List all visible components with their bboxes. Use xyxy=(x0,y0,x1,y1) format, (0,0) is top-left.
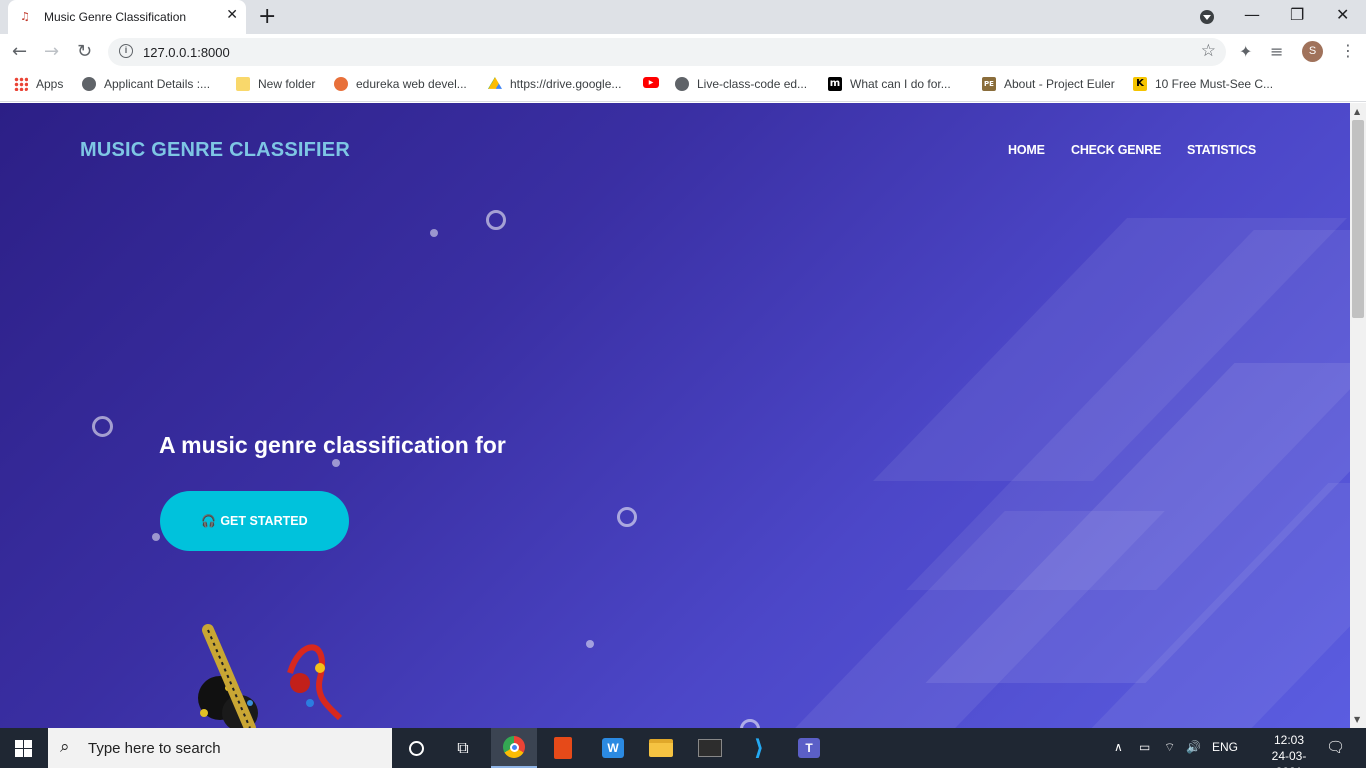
search-placeholder: Type here to search xyxy=(88,740,221,757)
site-favicon-icon: ♫ xyxy=(20,10,30,23)
site-info-icon[interactable]: i xyxy=(119,44,133,58)
bookmark-label: Live-class-code ed... xyxy=(697,77,808,91)
url-text[interactable]: 127.0.0.1:8000 xyxy=(143,45,230,60)
cortana-icon[interactable] xyxy=(393,728,439,768)
taskbar-clock[interactable]: 12:03 24-03-2021 xyxy=(1262,732,1316,780)
decorative-ring xyxy=(486,210,506,230)
bookmark-label: https://drive.google... xyxy=(510,77,622,91)
windows-taskbar: ⌕ Type here to search ⧉ W ⟩ T ∧ ▭ ⌔ 🔊 EN… xyxy=(0,728,1366,779)
wps-writer-icon[interactable]: W xyxy=(590,728,636,768)
google-drive-icon xyxy=(488,77,502,89)
notifications-icon[interactable]: 🗨 xyxy=(1326,738,1345,756)
forward-icon[interactable]: → xyxy=(44,41,59,62)
clock-date: 24-03-2021 xyxy=(1271,749,1307,779)
decorative-dot xyxy=(332,459,340,467)
bookmark-project-euler[interactable]: PE About - Project Euler xyxy=(982,77,1115,91)
decorative-dot xyxy=(430,229,438,237)
terminal-icon[interactable] xyxy=(687,728,733,768)
reload-icon[interactable]: ↻ xyxy=(77,41,92,62)
language-indicator[interactable]: ENG xyxy=(1212,740,1238,754)
globe-icon xyxy=(82,77,96,91)
tab-search-icon[interactable] xyxy=(1200,10,1214,24)
nav-statistics[interactable]: STATISTICS xyxy=(1187,143,1256,157)
show-hidden-icons-icon[interactable]: ∧ xyxy=(1114,740,1123,754)
browser-toolbar: ← → ↻ i 127.0.0.1:8000 ☆ ✦ ≡ S ⋮ xyxy=(0,34,1366,70)
office-icon[interactable] xyxy=(540,728,586,768)
search-icon: ⌕ xyxy=(60,737,70,757)
bookmark-label: New folder xyxy=(258,77,316,91)
guitar-illustration xyxy=(198,624,343,728)
project-euler-icon: PE xyxy=(982,77,996,91)
bookmark-free-must-see[interactable]: K 10 Free Must-See C... xyxy=(1133,77,1273,91)
get-started-button[interactable]: 🎧 GET STARTED xyxy=(160,491,349,551)
bookmark-label: edureka web devel... xyxy=(356,77,467,91)
decorative-dot xyxy=(586,640,594,648)
bookmark-label: 10 Free Must-See C... xyxy=(1155,77,1274,91)
browser-tab[interactable]: ♫ Music Genre Classification ✕ xyxy=(8,0,246,34)
hero-section: MUSIC GENRE CLASSIFIER HOME CHECK GENRE … xyxy=(0,103,1350,728)
close-tab-icon[interactable]: ✕ xyxy=(226,7,238,23)
scroll-up-icon[interactable]: ▲ xyxy=(1354,107,1360,116)
menu-icon[interactable]: ⋮ xyxy=(1340,41,1356,60)
scrollbar-thumb[interactable] xyxy=(1352,120,1364,318)
decorative-ring xyxy=(740,719,760,728)
vscode-icon[interactable]: ⟩ xyxy=(736,728,782,768)
bookmark-label: About - Project Euler xyxy=(1004,77,1115,91)
bookmark-star-icon[interactable]: ☆ xyxy=(1201,41,1216,61)
restore-icon[interactable]: ❐ xyxy=(1290,5,1304,24)
profile-avatar[interactable]: S xyxy=(1302,41,1323,62)
nav-check-genre[interactable]: CHECK GENRE xyxy=(1071,143,1161,157)
wifi-icon[interactable]: ⌔ xyxy=(1164,740,1175,755)
minimize-icon[interactable]: — xyxy=(1244,5,1260,24)
chrome-icon[interactable] xyxy=(491,728,537,768)
bookmarks-bar: Apps Applicant Details :... New folder e… xyxy=(0,70,1366,102)
decorative-ring xyxy=(617,507,637,527)
get-started-label: GET STARTED xyxy=(220,514,308,528)
tab-title: Music Genre Classification xyxy=(44,10,187,24)
file-explorer-icon[interactable] xyxy=(638,728,684,768)
youtube-icon: ▶ xyxy=(643,77,659,88)
folder-icon xyxy=(236,77,250,91)
page-scrollbar[interactable]: ▲ ▼ xyxy=(1350,103,1366,728)
clock-time: 12:03 xyxy=(1273,733,1305,747)
nav-home[interactable]: HOME xyxy=(1008,143,1045,157)
hero-headline: A music genre classification for xyxy=(159,432,506,458)
site-brand[interactable]: MUSIC GENRE CLASSIFIER xyxy=(80,139,350,162)
taskbar-search-box[interactable]: ⌕ Type here to search xyxy=(48,728,392,768)
bookmark-apps[interactable]: Apps xyxy=(14,77,63,91)
extensions-icon[interactable]: ✦ xyxy=(1239,42,1252,61)
volume-icon[interactable]: 🔊 xyxy=(1186,740,1201,754)
media-control-icon[interactable]: ≡ xyxy=(1270,42,1283,61)
task-view-icon[interactable]: ⧉ xyxy=(440,728,486,768)
headphones-icon: 🎧 xyxy=(201,514,217,528)
scroll-down-icon[interactable]: ▼ xyxy=(1354,715,1360,724)
bookmark-youtube[interactable]: ▶ xyxy=(643,77,659,88)
tab-strip: ♫ Music Genre Classification ✕ + — ❐ ✕ xyxy=(0,0,1366,34)
bookmark-label: Apps xyxy=(36,77,64,91)
bookmark-edureka[interactable]: edureka web devel... xyxy=(334,77,467,91)
k-icon: K xyxy=(1133,77,1147,91)
close-window-icon[interactable]: ✕ xyxy=(1336,5,1349,24)
globe-icon xyxy=(675,77,689,91)
apps-grid-icon xyxy=(14,77,28,91)
bookmark-label: Applicant Details :... xyxy=(104,77,211,91)
teams-icon[interactable]: T xyxy=(786,728,832,768)
bookmark-applicant-details[interactable]: Applicant Details :... xyxy=(82,77,210,91)
battery-icon[interactable]: ▭ xyxy=(1139,740,1150,754)
bookmark-live-class[interactable]: Live-class-code ed... xyxy=(675,77,807,91)
address-bar[interactable]: i 127.0.0.1:8000 ☆ xyxy=(108,38,1226,66)
windows-start-icon[interactable] xyxy=(15,740,32,757)
edureka-icon xyxy=(334,77,348,91)
decorative-ring xyxy=(92,416,113,437)
bookmark-what-can-i-do[interactable]: m What can I do for... xyxy=(828,77,951,91)
back-icon[interactable]: ← xyxy=(12,41,27,62)
bookmark-google-drive[interactable]: https://drive.google... xyxy=(488,77,621,91)
bookmark-new-folder[interactable]: New folder xyxy=(236,77,315,91)
new-tab-button[interactable]: + xyxy=(258,4,276,29)
decorative-dot xyxy=(152,533,160,541)
m-icon: m xyxy=(828,77,842,91)
bookmark-label: What can I do for... xyxy=(850,77,951,91)
